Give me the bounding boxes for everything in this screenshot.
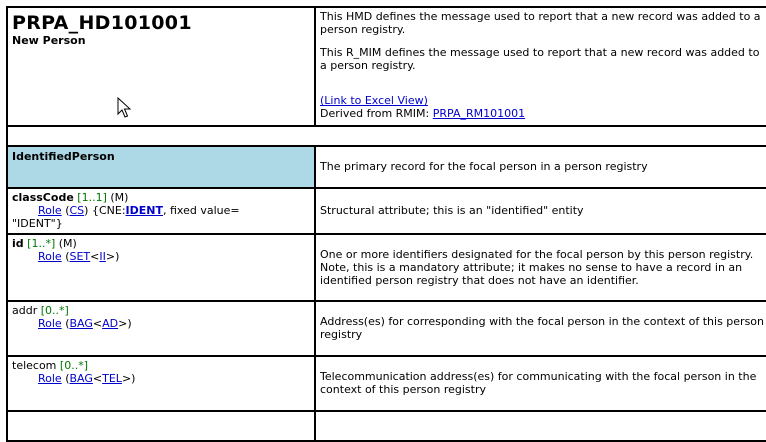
attribute-name: classCode <box>12 191 74 204</box>
class-row: IdentifiedPerson The primary record for … <box>6 145 766 189</box>
angle-open: < <box>90 250 100 263</box>
paren-close: ) <box>131 372 136 385</box>
angle-open: < <box>92 372 103 385</box>
attribute-name-cell: classCode [1..1] (M) Role (CS) {CNE:IDEN… <box>6 187 316 235</box>
role-link[interactable]: Role <box>38 250 62 263</box>
excel-view-link[interactable]: (Link to Excel View) <box>320 94 428 107</box>
attribute-name-cell: id [1..*] (M) Role (SET<II>) <box>6 233 316 302</box>
paren-close: ) <box>127 317 132 330</box>
role-link[interactable]: Role <box>38 372 62 385</box>
attribute-cardinality: [1..*] <box>27 237 56 250</box>
attribute-desc-cell: Structural attribute; this is an "identi… <box>314 187 766 235</box>
paren-close: ) <box>115 250 120 263</box>
attribute-desc-cell: Address(es) for corresponding with the f… <box>314 300 766 357</box>
derived-label: Derived from RMIM: <box>320 107 433 120</box>
attribute-description: Address(es) for corresponding with the f… <box>320 315 764 341</box>
datatype-link[interactable]: BAG <box>70 372 93 385</box>
angle-open: < <box>92 317 103 330</box>
attribute-name: id <box>12 237 24 250</box>
angle-close: > <box>121 372 132 385</box>
datatype-link[interactable]: CS <box>70 204 85 217</box>
attribute-desc-cell: Telecommunication address(es) for commun… <box>314 355 766 412</box>
attribute-cardinality: [0..*] <box>59 359 88 372</box>
attribute-conformance: (M) <box>110 191 129 204</box>
header-desc-cell: This HMD defines the message used to rep… <box>314 6 766 127</box>
attribute-description: Structural attribute; this is an "identi… <box>320 204 584 217</box>
vocab-prefix: {CNE: <box>88 204 126 217</box>
class-name: IdentifiedPerson <box>12 150 115 163</box>
hmd-description: This HMD defines the message used to rep… <box>320 10 761 36</box>
attribute-row-telecom: telecom [0..*] Role (BAG<TEL>) Telecommu… <box>6 355 766 412</box>
attribute-conformance: (M) <box>58 237 77 250</box>
class-description: The primary record for the focal person … <box>320 160 648 173</box>
page-title: PRPA_HD101001 <box>12 12 192 34</box>
hmd-table: PRPA_HD101001 New Person This HMD define… <box>6 6 766 442</box>
attribute-name-cell: telecom [0..*] Role (BAG<TEL>) <box>6 355 316 412</box>
attribute-name: telecom <box>12 359 57 372</box>
datatype-link[interactable]: SET <box>70 250 91 263</box>
rmim-description: This R_MIM defines the message used to r… <box>320 46 760 72</box>
mouse-pointer-icon <box>117 97 131 118</box>
class-desc-cell: The primary record for the focal person … <box>314 145 766 189</box>
attribute-cardinality: [1..1] <box>77 191 107 204</box>
inner-datatype-link[interactable]: AD <box>102 317 118 330</box>
rmim-link[interactable]: PRPA_RM101001 <box>433 107 525 120</box>
role-link[interactable]: Role <box>38 317 62 330</box>
attribute-row-addr: addr [0..*] Role (BAG<AD>) Address(es) f… <box>6 300 766 357</box>
page-subtitle: New Person <box>12 34 86 47</box>
role-link[interactable]: Role <box>38 204 62 217</box>
attribute-row-classcode: classCode [1..1] (M) Role (CS) {CNE:IDEN… <box>6 187 766 235</box>
angle-close: > <box>105 250 116 263</box>
spacer-cell <box>6 125 766 147</box>
header-title-cell: PRPA_HD101001 New Person <box>6 6 316 127</box>
attribute-cardinality: [0..*] <box>40 304 69 317</box>
vocab-link[interactable]: IDENT <box>126 204 163 217</box>
attribute-description: One or more identifiers designated for t… <box>320 247 754 287</box>
attribute-description: Telecommunication address(es) for commun… <box>320 370 757 396</box>
attribute-row-id: id [1..*] (M) Role (SET<II>) One or more… <box>6 233 766 302</box>
datatype-link[interactable]: BAG <box>70 317 93 330</box>
attribute-name-cell: addr [0..*] Role (BAG<AD>) <box>6 300 316 357</box>
attribute-name: addr <box>12 304 38 317</box>
fixed-value: "IDENT"} <box>12 217 63 230</box>
vocab-suffix: , fixed value= <box>162 204 240 217</box>
inner-datatype-link[interactable]: TEL <box>102 372 122 385</box>
spacer-row <box>6 125 766 147</box>
attribute-desc-cell: One or more identifiers designated for t… <box>314 233 766 302</box>
angle-close: > <box>118 317 128 330</box>
class-name-cell: IdentifiedPerson <box>6 145 316 189</box>
